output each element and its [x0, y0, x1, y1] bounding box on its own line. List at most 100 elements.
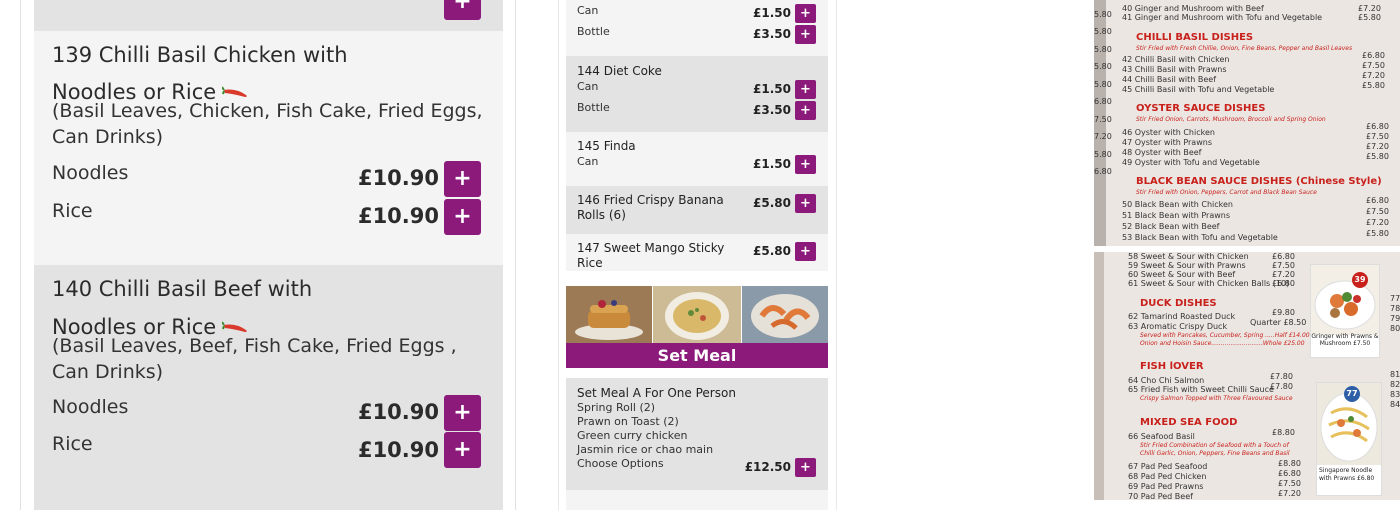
item-title: 146 Fried Crispy Banana Rolls (6) — [577, 193, 724, 222]
menu-line: 45 Chilli Basil with Tofu and Vegetable — [1122, 85, 1275, 94]
menu-section-subtitle: Stir Fried with Fresh Chillie, Onion, Fi… — [1136, 45, 1353, 52]
choose-options-label[interactable]: Choose Options — [577, 457, 713, 471]
item-price: £12.50 — [744, 460, 791, 474]
cropped-price: 5.80 — [1094, 45, 1112, 54]
option-label: Rice — [52, 433, 93, 455]
set-meal-line: Jasmin rice or chao main — [577, 443, 714, 456]
add-to-cart-button[interactable]: + — [444, 432, 481, 468]
menu-line: 62 Tamarind Roasted Duck — [1128, 312, 1236, 321]
menu-line: 48 Oyster with Beef — [1122, 148, 1202, 157]
cropped-price: 7.20 — [1094, 132, 1112, 141]
item-title: 140 Chilli Basil Beef with — [52, 277, 313, 301]
add-to-cart-button[interactable]: + — [795, 194, 816, 213]
set-meal-contents: Spring Roll (2) Prawn on Toast (2) Green… — [577, 401, 713, 471]
add-to-cart-button[interactable]: + — [795, 242, 816, 261]
cropped-number: 82 — [1390, 380, 1400, 389]
cropped-number: 83 — [1390, 390, 1400, 399]
add-to-cart-button[interactable]: + — [795, 458, 816, 477]
menu-line-price: £7.20 — [1366, 142, 1389, 151]
menu-item-card-partial — [566, 490, 828, 510]
option-label: Can — [577, 155, 599, 168]
menu-section-heading: BLACK BEAN SAUCE DISHES (Chinese Style) — [1136, 176, 1382, 187]
set-meal-line: Spring Roll (2) — [577, 401, 656, 414]
menu-line-price: £5.80 — [1358, 13, 1381, 22]
menu-line-price: £6.80 — [1366, 196, 1389, 205]
menu-line-price: £7.80 — [1270, 372, 1293, 381]
menu-section-subtitle: Stir Fried Onion, Carrots, Mushroom, Bro… — [1136, 116, 1326, 123]
add-to-cart-button[interactable]: + — [795, 101, 816, 120]
menu-line-price: £8.80 — [1278, 459, 1301, 468]
menu-line: 40 Ginger and Mushroom with Beef — [1122, 4, 1264, 13]
menu-line: 43 Chilli Basil with Prawns — [1122, 65, 1227, 74]
menu-item-card-partial: Can £1.50 + Bottle £3.50 + — [566, 0, 828, 56]
option-label: Noodles — [52, 162, 129, 184]
cropped-price: 5.80 — [1094, 10, 1112, 19]
menu-line-price: £7.20 — [1366, 218, 1389, 227]
menu-line-price: £7.50 — [1278, 479, 1301, 488]
menu-line: 58 Sweet & Sour with Chicken — [1128, 252, 1249, 261]
menu-line: 59 Sweet & Sour with Prawns — [1128, 261, 1246, 270]
cropped-number: 79 — [1390, 314, 1400, 323]
option-price: £10.90 — [357, 204, 439, 228]
menu-line-price: £5.80 — [1362, 81, 1385, 90]
set-meal-banner[interactable]: Set Meal — [566, 286, 828, 368]
menu-line-price: £8.80 — [1272, 428, 1295, 437]
menu-line-price: £6.80 — [1278, 469, 1301, 478]
menu-line: 65 Fried Fish with Sweet Chilli Sauce — [1128, 385, 1274, 394]
option-price: £1.50 — [753, 157, 791, 171]
add-to-cart-button[interactable]: + — [444, 199, 481, 235]
menu-item-card: Set Meal A For One Person Spring Roll (2… — [566, 378, 828, 490]
cropped-number: 81 — [1390, 370, 1400, 379]
menu-item-card: 147 Sweet Mango Sticky Rice £5.80 + — [566, 234, 828, 271]
menu-item-card: 144 Diet Coke Can £1.50 + Bottle £3.50 + — [566, 56, 828, 132]
add-to-cart-button[interactable]: + — [444, 395, 481, 431]
item-title: 139 Chilli Basil Chicken with — [52, 43, 348, 67]
add-to-cart-button[interactable]: + — [444, 161, 481, 197]
menu-line: 68 Pad Ped Chicken — [1128, 472, 1207, 481]
add-to-cart-button[interactable]: + — [795, 80, 816, 99]
menu-section-heading: OYSTER SAUCE DISHES — [1136, 103, 1266, 114]
menu-item-card-partial: + — [34, 0, 503, 31]
menu-line: 47 Oyster with Prawns — [1122, 138, 1212, 147]
set-meal-title: Set Meal — [566, 343, 828, 368]
fried-rice-photo — [653, 286, 741, 343]
menu-item-card: 145 Finda Can £1.50 + — [566, 132, 828, 186]
cropped-number: 84 — [1390, 400, 1400, 409]
item-price: £5.80 — [753, 244, 791, 258]
menu-line: 46 Oyster with Chicken — [1122, 128, 1215, 137]
add-to-cart-button[interactable]: + — [795, 25, 816, 44]
menu-line-price: £6.80 — [1272, 252, 1295, 261]
add-to-cart-button[interactable]: + — [795, 155, 816, 174]
add-to-cart-button[interactable]: + — [795, 4, 816, 23]
menu-section-heading: CHILLI BASIL DISHES — [1136, 32, 1254, 43]
menu-line-price: Quarter £8.50 — [1250, 318, 1307, 327]
menu-item-card: 140 Chilli Basil Beef with Noodles or Ri… — [34, 265, 503, 510]
cropped-price: 6.80 — [1094, 97, 1112, 106]
menu-line-price: £7.50 — [1272, 261, 1295, 270]
menu-line: 42 Chilli Basil with Chicken — [1122, 55, 1230, 64]
dish-number-badge: 39 — [1352, 272, 1368, 288]
menu-line-price: £7.20 — [1358, 4, 1381, 13]
option-price: £10.90 — [357, 400, 439, 424]
menu-line: 60 Sweet & Sour with Beef — [1128, 270, 1236, 279]
menu-line-price: £6.80 — [1272, 279, 1295, 288]
option-label: Bottle — [577, 25, 610, 38]
menu-section-heading: MIXED SEA FOOD — [1140, 417, 1238, 428]
menu-line-price: £6.80 — [1366, 122, 1389, 131]
menu-line: 67 Pad Ped Seafood — [1128, 462, 1208, 471]
menu-section-heading: DUCK DISHES — [1140, 298, 1217, 309]
menu-line: 44 Chilli Basil with Beef — [1122, 75, 1217, 84]
menu-line: 52 Black Bean with Beef — [1122, 222, 1220, 231]
menu-line-note: Chilli Garlic, Onion, Peppers, Fine Bean… — [1140, 450, 1290, 457]
menu-line-price: £9.80 — [1272, 308, 1295, 317]
cropped-price: 5.80 — [1094, 150, 1112, 159]
add-to-cart-button[interactable]: + — [444, 0, 481, 20]
menu-line-price: £5.80 — [1366, 229, 1389, 238]
menu-line: 53 Black Bean with Tofu and Vegetable — [1122, 233, 1278, 242]
cropped-number: 80 — [1390, 324, 1400, 333]
printed-menu-photo: 5.80 5.80 5.80 5.80 5.80 6.80 7.50 7.20 … — [1094, 0, 1400, 246]
item-title: 145 Finda — [577, 139, 636, 153]
dish-number-badge: 77 — [1344, 386, 1360, 402]
cropped-number: 78 — [1390, 304, 1400, 313]
option-price: £10.90 — [357, 166, 439, 190]
